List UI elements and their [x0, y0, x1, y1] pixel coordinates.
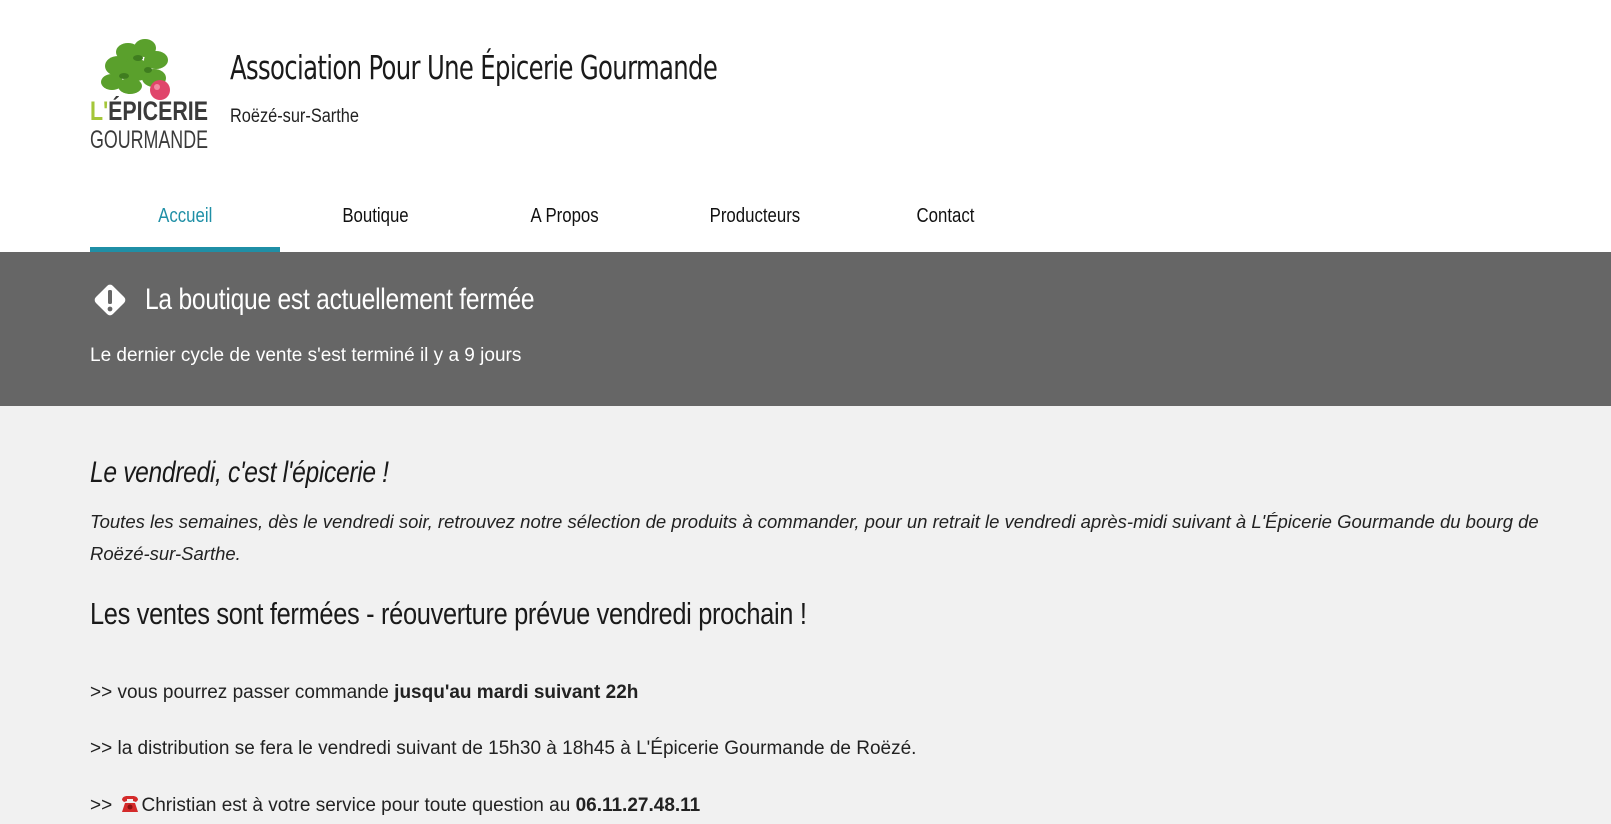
- nav-item-accueil[interactable]: Accueil: [90, 190, 280, 252]
- site-title[interactable]: Association Pour Une Épicerie Gourmande: [230, 48, 718, 87]
- contact-line: >> Christian est à votre service pour to…: [90, 794, 700, 817]
- shop-closed-banner: La boutique est actuellement fermée Le d…: [0, 252, 1611, 406]
- site-subtitle: Roëzé-sur-Sarthe: [230, 106, 359, 127]
- logo-line2: GOURMANDE: [90, 126, 208, 154]
- nav-item-a-propos[interactable]: A Propos: [470, 190, 660, 252]
- site-header: L'ÉPICERIE GOURMANDE Association Pour Un…: [0, 0, 1611, 252]
- nav-item-label: Producteurs: [709, 205, 801, 227]
- site-logo[interactable]: L'ÉPICERIE GOURMANDE: [90, 36, 216, 156]
- order-deadline-prefix: >> vous pourrez passer commande: [90, 682, 395, 703]
- nav-item-contact[interactable]: Contact: [850, 190, 1040, 252]
- main-nav: Accueil Boutique A Propos Producteurs Co…: [90, 190, 1040, 252]
- logo-line1: ÉPICERIE: [108, 95, 208, 126]
- contact-phone-number[interactable]: 06.11.27.48.11: [576, 795, 701, 816]
- intro-text: Toutes les semaines, dès le vendredi soi…: [90, 511, 1539, 564]
- shop-status-note: Le dernier cycle de vente s'est terminé …: [90, 345, 522, 366]
- logo-prefix: L': [90, 96, 108, 126]
- order-deadline-line: >> vous pourrez passer commande jusqu'au…: [90, 682, 638, 704]
- nav-item-label: Contact: [916, 205, 974, 227]
- nav-item-boutique[interactable]: Boutique: [280, 190, 470, 252]
- telephone-icon: [122, 796, 139, 812]
- order-deadline-emphasis: jusqu'au mardi suivant 22h: [394, 682, 639, 703]
- radish-logo-icon: L'ÉPICERIE GOURMANDE: [90, 39, 208, 154]
- sales-status-heading: Les ventes sont fermées - réouverture pr…: [90, 596, 807, 631]
- shop-status-title: La boutique est actuellement fermée: [145, 283, 535, 316]
- nav-item-label: A Propos: [530, 205, 600, 227]
- contact-text: Christian est à votre service pour toute…: [141, 795, 576, 816]
- distribution-line: >> la distribution se fera le vendredi s…: [90, 738, 917, 759]
- svg-text:L'ÉPICERIE: L'ÉPICERIE: [90, 95, 208, 126]
- warning-diamond-icon: [94, 284, 126, 316]
- contact-prefix: >>: [90, 795, 118, 816]
- nav-item-label: Boutique: [341, 205, 409, 227]
- nav-item-label: Accueil: [157, 205, 213, 227]
- nav-item-producteurs[interactable]: Producteurs: [660, 190, 850, 252]
- intro-heading: Le vendredi, c'est l'épicerie !: [90, 456, 389, 489]
